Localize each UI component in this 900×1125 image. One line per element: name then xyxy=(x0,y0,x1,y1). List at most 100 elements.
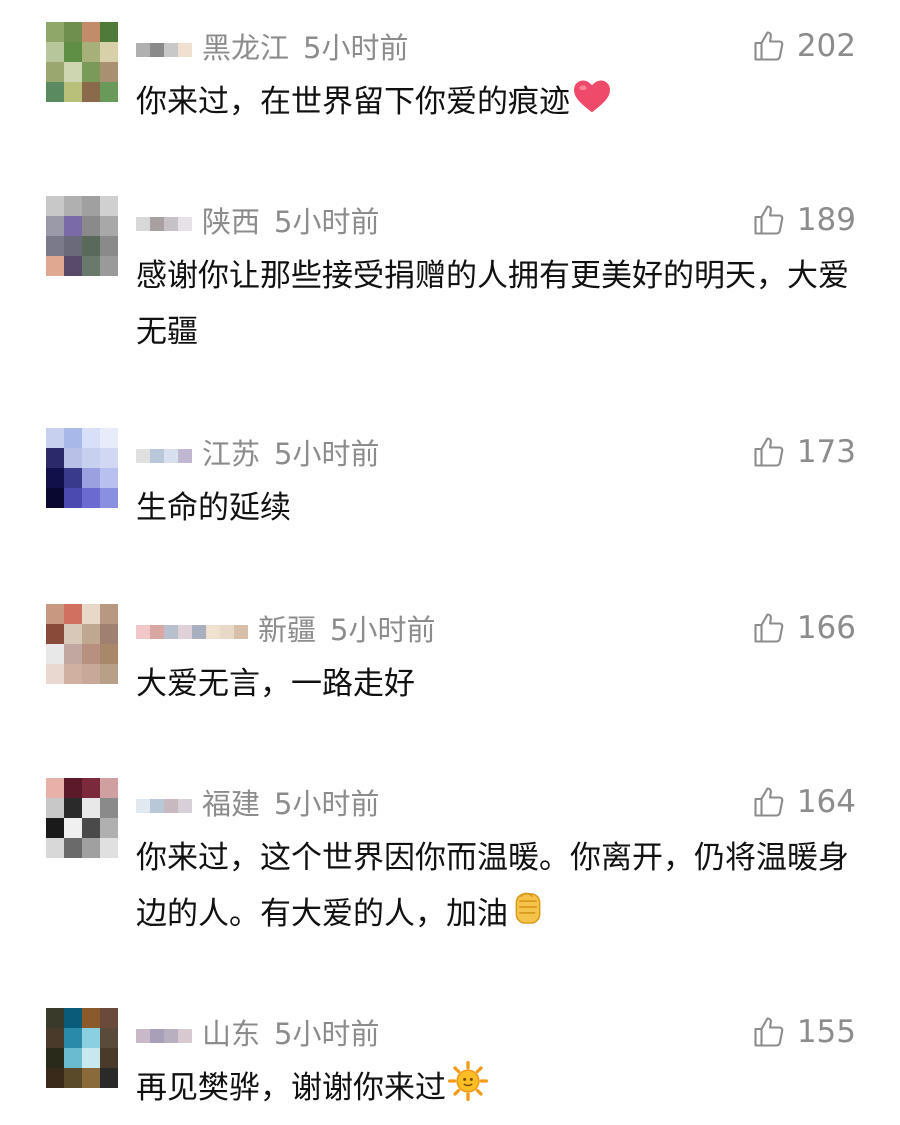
blur-block xyxy=(164,43,178,57)
thumbs-up-icon xyxy=(754,613,784,643)
comment-meta: 黑龙江 5小时前 xyxy=(136,26,408,66)
avatar-pixel xyxy=(64,216,82,236)
username-blurred[interactable] xyxy=(136,441,192,463)
like-button[interactable]: 189 xyxy=(751,200,856,240)
avatar-pixel xyxy=(82,664,100,684)
avatar-pixel xyxy=(82,778,100,798)
avatar-pixel xyxy=(46,216,64,236)
avatar-pixel xyxy=(100,256,118,276)
avatar-pixel xyxy=(100,468,118,488)
avatar-pixel xyxy=(46,468,64,488)
blur-block xyxy=(164,799,178,813)
avatar-pixel xyxy=(100,82,118,102)
avatar-pixel xyxy=(46,42,64,62)
thumbs-up-icon xyxy=(754,787,784,817)
avatar-pixel xyxy=(46,62,64,82)
avatar-pixel xyxy=(46,798,64,818)
avatar-pixel xyxy=(82,1048,100,1068)
region-label: 福建 xyxy=(202,787,261,821)
avatar-pixel xyxy=(82,62,100,82)
avatar-pixel xyxy=(82,428,100,448)
comment-meta: 山东 5小时前 xyxy=(136,1012,379,1052)
thumbs-up-icon xyxy=(754,1017,784,1047)
avatar-pixel xyxy=(64,1068,82,1088)
avatar-pixel xyxy=(82,644,100,664)
timestamp: 5小时前 xyxy=(274,787,380,821)
timestamp: 5小时前 xyxy=(274,437,380,471)
like-button[interactable]: 166 xyxy=(751,608,856,648)
like-button[interactable]: 155 xyxy=(751,1012,856,1052)
like-count: 189 xyxy=(796,202,856,238)
user-avatar[interactable] xyxy=(46,1008,118,1088)
like-count: 173 xyxy=(796,434,856,470)
thumbs-up-icon xyxy=(754,437,784,467)
avatar-pixel xyxy=(100,664,118,684)
thumbs-up-icon xyxy=(754,205,784,235)
avatar-pixel xyxy=(100,1008,118,1028)
blur-block xyxy=(136,43,150,57)
blur-block xyxy=(150,43,164,57)
user-avatar[interactable] xyxy=(46,196,118,276)
avatar-pixel xyxy=(46,428,64,448)
avatar-pixel xyxy=(82,256,100,276)
avatar-pixel xyxy=(64,236,82,256)
username-blurred[interactable] xyxy=(136,35,192,57)
timestamp: 5小时前 xyxy=(303,31,409,65)
timestamp: 5小时前 xyxy=(274,205,380,239)
avatar-pixel xyxy=(64,1048,82,1068)
username-blurred[interactable] xyxy=(136,209,192,231)
avatar-pixel xyxy=(64,448,82,468)
blur-block xyxy=(178,217,192,231)
avatar-pixel xyxy=(64,624,82,644)
like-button[interactable]: 173 xyxy=(751,432,856,472)
region-label: 山东 xyxy=(202,1017,261,1051)
user-avatar[interactable] xyxy=(46,22,118,102)
username-blurred[interactable] xyxy=(136,791,192,813)
avatar-pixel xyxy=(82,818,100,838)
avatar-pixel xyxy=(46,818,64,838)
avatar-pixel xyxy=(64,644,82,664)
avatar-pixel xyxy=(46,644,64,664)
comment-text-block: 你来过，这个世界因你而温暖。你离开，仍将温暖身边的人。有大爱的人，加油 xyxy=(136,830,856,944)
avatar-pixel xyxy=(64,256,82,276)
avatar-pixel xyxy=(64,1028,82,1048)
blur-block xyxy=(150,1029,164,1043)
avatar-pixel xyxy=(100,42,118,62)
comment-meta: 福建 5小时前 xyxy=(136,782,379,822)
blur-block xyxy=(150,449,164,463)
avatar-pixel xyxy=(46,624,64,644)
avatar-pixel xyxy=(64,22,82,42)
user-avatar[interactable] xyxy=(46,604,118,684)
like-button[interactable]: 164 xyxy=(751,782,856,822)
comment-text-block: 感谢你让那些接受捐赠的人拥有更美好的明天，大爱无疆 xyxy=(136,248,856,360)
avatar-pixel xyxy=(46,22,64,42)
user-avatar[interactable] xyxy=(46,778,118,858)
blur-block xyxy=(136,217,150,231)
user-avatar[interactable] xyxy=(46,428,118,508)
avatar-pixel xyxy=(46,196,64,216)
like-count: 155 xyxy=(796,1014,856,1050)
avatar-pixel xyxy=(46,664,64,684)
blur-block xyxy=(136,799,150,813)
avatar-pixel xyxy=(100,838,118,858)
avatar-pixel xyxy=(100,1068,118,1088)
blur-block xyxy=(234,625,248,639)
username-blurred[interactable] xyxy=(136,1021,192,1043)
like-count: 202 xyxy=(796,28,856,64)
like-button[interactable]: 202 xyxy=(751,26,856,66)
avatar-pixel xyxy=(46,1068,64,1088)
avatar-pixel xyxy=(64,82,82,102)
blur-block xyxy=(178,799,192,813)
username-blurred[interactable] xyxy=(136,617,248,639)
avatar-pixel xyxy=(64,798,82,818)
avatar-pixel xyxy=(82,624,100,644)
blur-block xyxy=(150,625,164,639)
avatar-pixel xyxy=(64,488,82,508)
avatar-pixel xyxy=(82,604,100,624)
avatar-pixel xyxy=(46,1028,64,1048)
comment-text-block: 你来过，在世界留下你爱的痕迹 xyxy=(136,74,856,132)
avatar-pixel xyxy=(64,1008,82,1028)
avatar-pixel xyxy=(46,604,64,624)
comment-text-block: 大爱无言，一路走好 xyxy=(136,656,856,712)
avatar-pixel xyxy=(82,448,100,468)
